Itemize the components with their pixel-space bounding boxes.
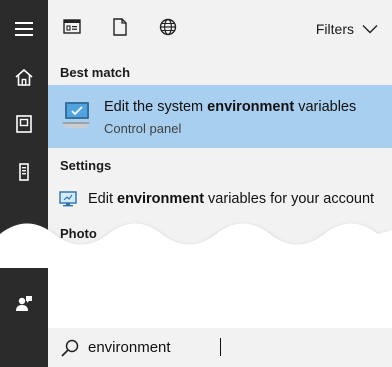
feedback-button-lower[interactable] <box>0 284 48 324</box>
web-filter-button[interactable] <box>156 17 180 41</box>
hamburger-menu-icon <box>15 22 33 36</box>
notebook-button[interactable] <box>0 104 48 144</box>
system-properties-icon <box>60 100 92 130</box>
hamburger-menu-button[interactable] <box>0 9 48 49</box>
best-match-title: Edit the system environment variables <box>104 99 357 115</box>
tower-pc-icon <box>19 163 29 181</box>
feedback-person-icon <box>15 295 33 313</box>
top-toolbar: Filters <box>48 0 392 58</box>
document-icon <box>113 17 127 41</box>
documents-filter-button[interactable] <box>108 17 132 41</box>
search-icon <box>60 338 80 358</box>
device-button[interactable] <box>0 152 48 192</box>
best-match-subtitle: Control panel <box>104 121 182 136</box>
torn-edge-divider <box>0 223 392 278</box>
text-caret <box>220 338 221 356</box>
home-button[interactable] <box>0 57 48 97</box>
home-icon <box>15 68 33 86</box>
filters-label: Filters <box>315 21 354 37</box>
search-box[interactable] <box>48 328 392 367</box>
settings-header: Settings <box>60 158 112 173</box>
filters-dropdown[interactable]: Filters <box>316 19 378 39</box>
best-match-result[interactable]: Edit the system environment variables Co… <box>48 85 392 148</box>
notebook-icon <box>16 115 32 133</box>
apps-filter-button[interactable] <box>60 17 84 41</box>
web-globe-icon <box>159 18 177 41</box>
settings-result-text: Edit environment variables for your acco… <box>88 191 375 207</box>
search-input[interactable] <box>88 336 378 358</box>
chevron-down-icon <box>362 21 378 37</box>
best-match-header: Best match <box>60 65 131 80</box>
apps-icon <box>63 19 81 39</box>
monitor-settings-icon <box>59 191 77 207</box>
